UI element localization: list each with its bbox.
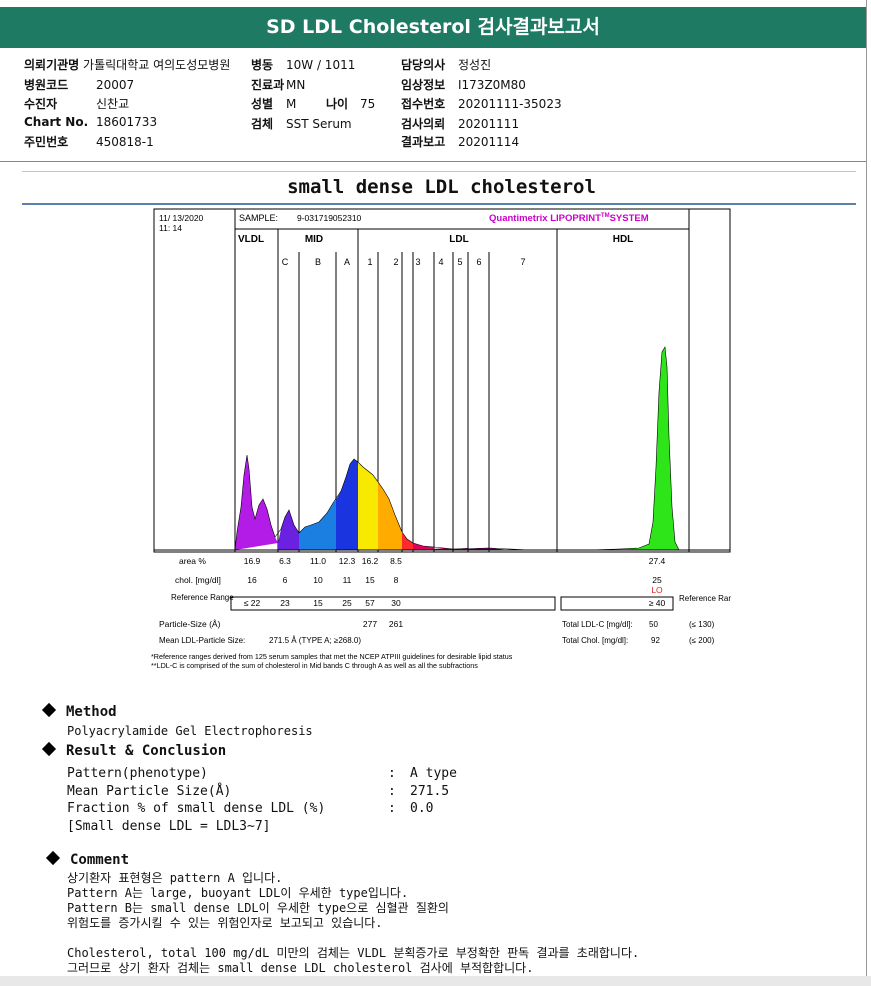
band-label: 1 (367, 257, 372, 267)
info-patient: 수진자 신찬교 (24, 97, 130, 111)
area-b: 11.0 (310, 556, 326, 566)
page-edge (866, 0, 867, 986)
band-label: 3 (415, 257, 420, 267)
result-label-size: Mean Particle Size(Å) (67, 784, 232, 799)
comment-line: 그러므로 상기 환자 검체는 small dense LDL cholester… (67, 961, 534, 975)
chol-b: 10 (313, 575, 323, 585)
result-value-fraction: 0.0 (410, 801, 434, 816)
ref-hdl: ≥ 40 (649, 598, 666, 608)
info-accession: 접수번호 20201111-35023 (401, 97, 562, 111)
info-sex: 성별 M 나이 75 (251, 97, 376, 111)
ref-2: 30 (391, 598, 401, 608)
chol-hdl: 25 (652, 575, 662, 585)
band-label: 5 (457, 257, 462, 267)
chol-c: 6 (283, 575, 288, 585)
ref-1: 57 (365, 598, 375, 608)
report-date: 11/ 13/2020 (159, 213, 204, 223)
comment-line: 위험도를 증가시킬 수 있는 위험인자로 보고되고 있습니다. (67, 916, 383, 930)
area-hdl: 27.4 (649, 556, 666, 566)
footnote-2: **LDL-C is comprised of the sum of chole… (151, 661, 478, 670)
chol-vldl: 16 (247, 575, 257, 585)
hdl-low-flag: LO (651, 585, 663, 595)
group-hdl: HDL (613, 234, 634, 245)
chol-1: 15 (365, 575, 375, 585)
sample-label: SAMPLE: (239, 213, 278, 223)
result-colon: : (388, 766, 396, 781)
psize-2: 261 (389, 619, 403, 629)
total-ldl-value: 50 (649, 620, 658, 629)
result-heading: Result & Conclusion (41, 741, 226, 759)
sample-id: 9-031719052310 (297, 213, 362, 223)
info-request-date: 검사의뢰 20201111 (401, 117, 520, 131)
section-title: small dense LDL cholesterol (287, 176, 596, 198)
ref-b: 15 (313, 598, 323, 608)
row-label-chol: chol. [mg/dl] (175, 575, 221, 585)
result-label-pattern: Pattern(phenotype) (67, 766, 208, 781)
comment-heading: Comment (45, 850, 129, 868)
info-department: 진료과 MN (251, 78, 306, 92)
method-text: Polyacrylamide Gel Electrophoresis (67, 724, 313, 738)
area-2: 8.5 (390, 556, 402, 566)
result-value-size: 271.5 (410, 784, 450, 799)
brand-name: Quantimetrix LIPOPRINTTMSYSTEM (489, 213, 649, 224)
band-label: C (282, 257, 289, 267)
band-label: 7 (520, 257, 525, 267)
row-label-mean: Mean LDL-Particle Size: (159, 636, 245, 645)
divider (22, 171, 856, 172)
ref-a: 25 (342, 598, 352, 608)
result-note: [Small dense LDL = LDL3~7] (67, 819, 271, 834)
total-chol-ref: (≤ 200) (689, 636, 715, 645)
row-label-psize: Particle-Size (Å) (159, 619, 221, 629)
group-mid: MID (305, 234, 323, 245)
area-1: 16.2 (362, 556, 379, 566)
info-clinical: 임상정보 I173Z0M80 (401, 78, 526, 92)
divider (22, 203, 856, 205)
area-a: 12.3 (339, 556, 356, 566)
ref-range-right: Reference Range (679, 594, 731, 603)
report-title: SD LDL Cholesterol 검사결과보고서 (0, 7, 866, 48)
bottom-bar (0, 976, 871, 986)
chol-a: 11 (343, 575, 352, 585)
info-ward: 병동 10W / 1011 (251, 58, 356, 72)
total-chol-value: 92 (651, 636, 660, 645)
info-report-date: 결과보고 20201114 (401, 135, 520, 149)
row-label-ref: Reference Range (171, 593, 234, 602)
total-chol-label: Total Chol. [mg/dl]: (562, 636, 628, 645)
result-colon: : (388, 784, 396, 799)
result-colon: : (388, 801, 396, 816)
ref-vldl: ≤ 22 (244, 598, 261, 608)
total-ldl-ref: (≤ 130) (689, 620, 715, 629)
band-label: A (344, 257, 350, 267)
band-label: B (315, 257, 321, 267)
info-hospital-code: 병원코드 20007 (24, 78, 135, 92)
info-specimen: 검체 SST Serum (251, 117, 352, 131)
result-label-fraction: Fraction % of small dense LDL (%) (67, 801, 326, 816)
group-ldl: LDL (449, 234, 468, 245)
group-vldl: VLDL (238, 234, 264, 245)
band-label: 2 (393, 257, 398, 267)
row-label-area: area % (179, 556, 206, 566)
mean-size-value: 271.5 Å (TYPE A; ≥268.0) (269, 636, 361, 645)
area-vldl: 16.9 (244, 556, 261, 566)
info-doctor: 담당의사 정성진 (401, 58, 492, 72)
band-label: 4 (438, 257, 443, 267)
info-requesting-hospital: 의뢰기관명 가톨릭대학교 여의도성모병원 (24, 58, 231, 72)
area-c: 6.3 (279, 556, 291, 566)
report-time: 11: 14 (159, 223, 182, 233)
total-ldl-label: Total LDL-C [mg/dl]: (562, 620, 633, 629)
band-label: 6 (476, 257, 481, 267)
chol-2: 8 (394, 575, 399, 585)
method-heading: Method (41, 702, 117, 720)
ref-c: 23 (280, 598, 290, 608)
info-resident-no: 주민번호 450818-1 (24, 135, 154, 149)
divider (0, 161, 866, 162)
psize-1: 277 (363, 619, 377, 629)
lipoprint-report: 11/ 13/2020 11: 14 SAMPLE: 9-03171905231… (149, 207, 731, 674)
result-value-pattern: A type (410, 766, 457, 781)
info-chart-no: Chart No. 18601733 (24, 115, 158, 129)
footnote-1: *Reference ranges derived from 125 serum… (151, 652, 513, 661)
